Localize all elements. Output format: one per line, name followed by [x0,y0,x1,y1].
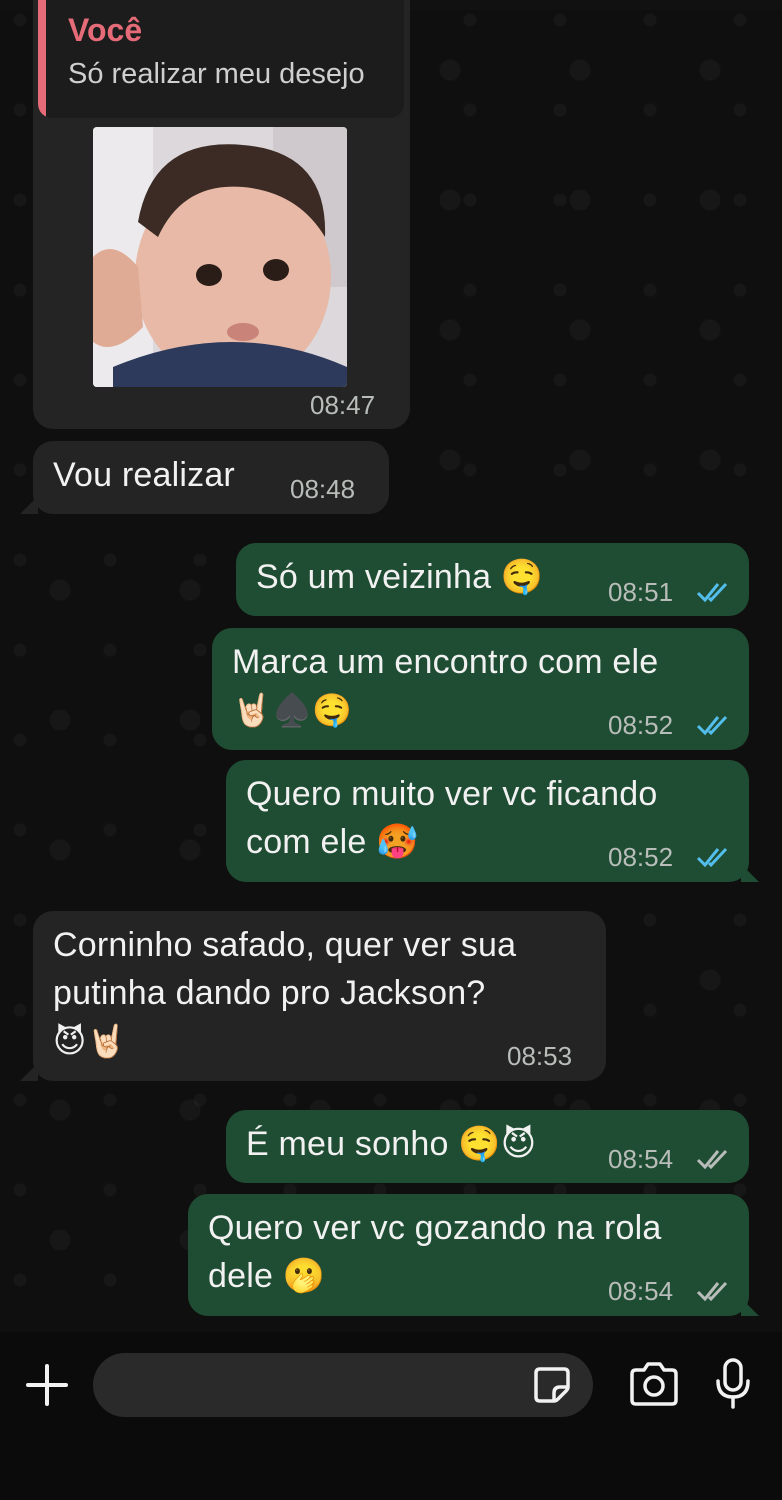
message-time: 08:52 [608,842,674,872]
message-text: É meu sonho 🤤😈 [246,1125,537,1163]
delivered-receipt-icon [696,1149,728,1170]
message-text-line: com ele 🥵 [246,823,419,861]
camera-icon[interactable] [628,1362,680,1406]
message-emoji-line: 🤘🏻♠️🤤 [232,691,353,729]
message-time: 08:52 [608,710,674,740]
message-text-line: Marca um encontro com ele [232,643,659,681]
message-text-line: dele 🫢 [208,1257,326,1295]
bubble-tail [20,496,38,514]
message-text-line: Quero ver vc gozando na rola [208,1209,662,1247]
chat-area[interactable]: Você Só realizar meu desejo 08:47 Vou re… [0,0,782,1332]
message-photo[interactable] [93,127,347,387]
read-receipt-icon [696,847,728,868]
message-bubble-outgoing[interactable]: Só um veizinha 🤤 08:51 [236,543,749,616]
bubble-tail [741,864,759,882]
message-time: 08:48 [290,474,356,504]
message-text-line: Quero muito ver vc ficando [246,775,658,813]
sticker-icon[interactable] [532,1365,572,1405]
read-receipt-icon [696,715,728,736]
message-time: 08:51 [608,577,674,607]
message-bubble-outgoing[interactable]: Quero ver vc gozando na rola dele 🫢 08:5… [188,1194,749,1316]
message-time: 08:47 [310,390,376,420]
message-bubble-outgoing[interactable]: É meu sonho 🤤😈 08:54 [226,1110,749,1183]
message-bubble-incoming[interactable]: Corninho safado, quer ver sua putinha da… [33,911,606,1081]
message-text: Vou realizar [53,456,235,494]
plus-icon[interactable] [25,1363,69,1407]
message-bubble-outgoing[interactable]: Quero muito ver vc ficando com ele 🥵 08:… [226,760,749,882]
message-text: Só um veizinha 🤤 [256,558,544,596]
bubble-tail [741,1298,759,1316]
message-emoji-line: 😈🤘🏻 [53,1022,127,1060]
quote-text: Só realizar meu desejo [68,58,365,90]
read-receipt-icon [696,582,728,603]
message-time: 08:54 [608,1144,674,1174]
message-input[interactable] [93,1353,593,1417]
delivered-receipt-icon [696,1281,728,1302]
quoted-reply[interactable]: Você Só realizar meu desejo [38,0,404,118]
baby-photo-illustration [93,127,347,387]
message-bubble-outgoing[interactable]: Marca um encontro com ele 🤘🏻♠️🤤 08:52 [212,628,749,750]
message-text-line: Corninho safado, quer ver sua [53,926,517,964]
quote-author: Você [68,12,143,48]
quote-accent-bar [38,0,46,118]
message-time: 08:54 [608,1276,674,1306]
microphone-icon[interactable] [714,1357,752,1411]
message-time: 08:53 [507,1041,573,1071]
bubble-tail [20,1063,38,1081]
message-bubble-incoming[interactable]: Vou realizar 08:48 [33,441,389,514]
message-text-line: putinha dando pro Jackson? [53,974,486,1012]
